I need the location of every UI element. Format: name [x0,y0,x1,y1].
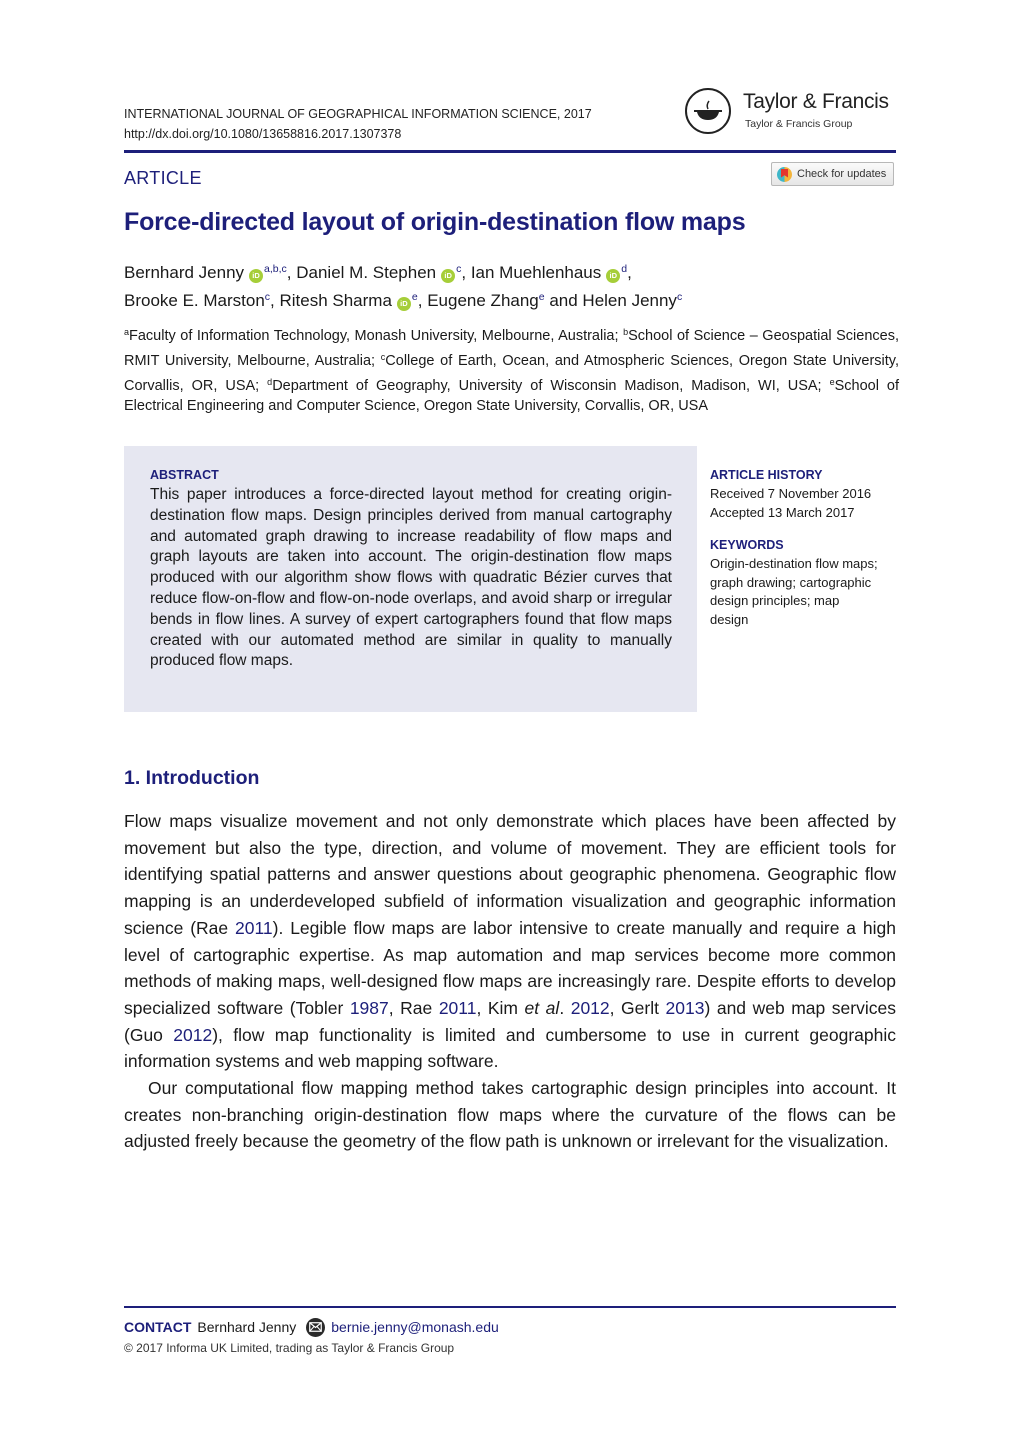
doi-link[interactable]: http://dx.doi.org/10.1080/13658816.2017.… [124,124,592,144]
author-separator: and [544,291,583,310]
citation-link[interactable]: 2012 [173,1025,212,1045]
introduction-body: Flow maps visualize movement and not onl… [124,808,896,1155]
check-for-updates-button[interactable]: Check for updates [771,162,894,186]
orcid-icon[interactable]: iD [396,297,411,311]
section-heading-introduction: 1. Introduction [124,767,260,789]
contact-name: Bernhard Jenny [197,1319,297,1335]
text-run: , Gerlt [609,997,666,1018]
affiliations: aFaculty of Information Technology, Mona… [124,322,899,417]
publisher-logo[interactable]: Taylor & Francis Taylor & Francis Group [685,88,900,140]
author-list: Bernhard Jenny iDa,b,c, Daniel M. Stephen… [124,257,904,313]
citation-link[interactable]: 1987 [350,998,389,1018]
text-run: . [559,997,571,1018]
affiliation-text: Department of Geography, University of W… [272,377,830,394]
text-run: , Kim [476,997,525,1018]
article-history-heading: ARTICLE HISTORY [710,468,823,482]
accepted-date: Accepted 13 March 2017 [710,504,855,520]
citation-link[interactable]: 2012 [571,998,610,1018]
affiliation-text: Faculty of Information Technology, Monas… [129,328,624,344]
mail-icon [306,1317,326,1337]
journal-name: INTERNATIONAL JOURNAL OF GEOGRAPHICAL IN… [124,107,592,121]
journal-header: INTERNATIONAL JOURNAL OF GEOGRAPHICAL IN… [124,104,592,144]
text-run: , Rae [388,997,439,1018]
author-name: Daniel M. Stephen [296,263,437,282]
contact-email-link[interactable]: bernie.jenny@monash.edu [331,1317,499,1337]
paragraph: Flow maps visualize movement and not onl… [124,808,896,1075]
author-name: Helen Jenny [582,291,677,310]
author-name: Bernhard Jenny [124,263,245,282]
orcid-icon[interactable]: iD [249,269,264,283]
affiliation-superscript[interactable]: c [677,291,682,303]
lamp-icon [685,88,731,134]
affiliation-superscript[interactable]: a,b,c [264,263,287,275]
orcid-icon[interactable]: iD [441,269,456,283]
publisher-name: Taylor & Francis [743,90,889,113]
abstract-heading: ABSTRACT [150,468,219,482]
italic-text: et al [524,997,560,1018]
header-divider [124,150,896,153]
text-run: Our computational flow mapping method ta… [124,1078,896,1152]
orcid-icon[interactable]: iD [606,269,621,283]
abstract-text: This paper introduces a force-directed l… [150,486,672,670]
keywords-heading: KEYWORDS [710,538,784,552]
keywords-text: Origin-destination flow maps; graph draw… [710,556,878,627]
author-separator: , [286,263,297,282]
copyright-notice: © 2017 Informa UK Limited, trading as Ta… [124,1341,455,1355]
citation-link[interactable]: 2013 [666,998,705,1018]
received-date: Received 7 November 2016 [710,486,872,501]
author-separator: , [461,263,471,282]
check-for-updates-label: Check for updates [797,168,887,180]
author-name: Ian Muehlenhaus [470,263,602,282]
footer-divider [124,1306,896,1308]
author-separator: , [417,291,428,310]
publisher-group: Taylor & Francis Group [745,118,853,130]
article-history: Received 7 November 2016 Accepted 13 Mar… [710,485,871,522]
contact-line: CONTACT Bernhard Jenny bernie.jenny@mona… [124,1317,499,1337]
contact-label: CONTACT [124,1319,192,1335]
author-name: Brooke E. Marston [124,291,265,310]
article-type-label: ARTICLE [124,168,202,188]
crossmark-icon [777,166,792,182]
author-name: Eugene Zhang [427,291,539,310]
paper-title: Force-directed layout of origin-destinat… [124,208,746,236]
citation-link[interactable]: 2011 [439,998,477,1018]
text-run: ), flow map functionality is limited and… [124,1024,896,1072]
citation-link[interactable]: 2011 [235,918,273,938]
paragraph: Our computational flow mapping method ta… [124,1075,896,1155]
author-name: Ritesh Sharma [279,291,392,310]
author-separator: , [627,263,632,282]
